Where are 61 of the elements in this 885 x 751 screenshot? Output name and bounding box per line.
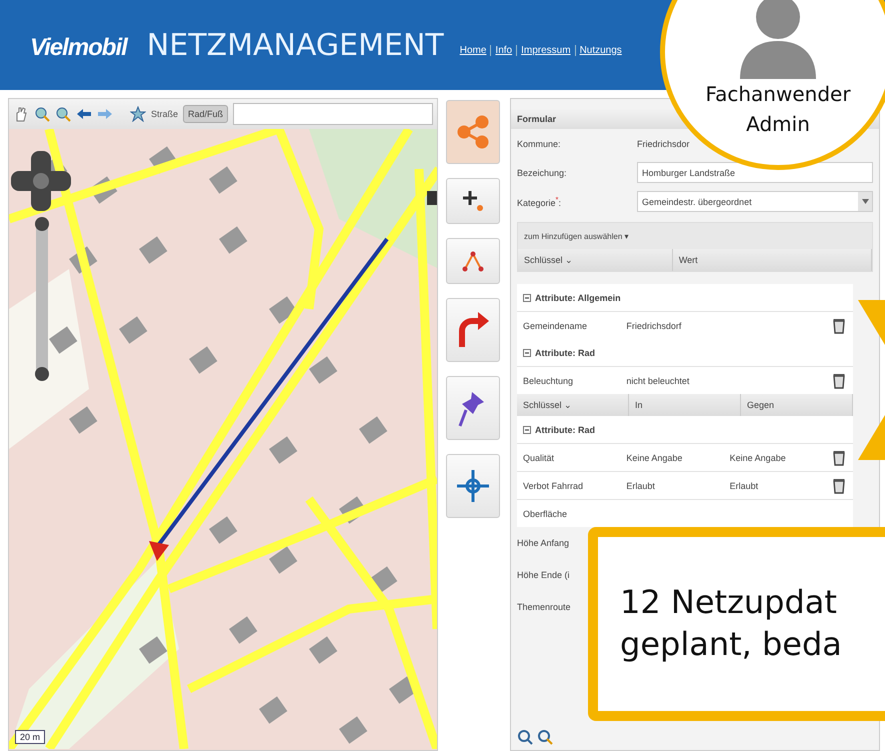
table-cell-text: Keine Angabe	[730, 452, 787, 462]
scale-bar: 20 m	[15, 730, 46, 744]
logo: Vielmobil	[30, 33, 127, 62]
trash-icon[interactable]	[833, 478, 845, 494]
star-icon[interactable]	[130, 106, 146, 122]
tool-button[interactable]	[446, 178, 500, 224]
mode-label: Straße	[151, 109, 178, 119]
mode-toggle[interactable]: Rad/Fuß	[183, 105, 228, 123]
table-cell-text: Oberfläche	[523, 508, 568, 518]
collapse-icon[interactable]	[523, 294, 531, 302]
table-cell-text: Friedrichsdorf	[626, 320, 682, 330]
column-header[interactable]: Schlüssel ⌄	[518, 249, 673, 271]
column-header[interactable]: Wert	[672, 249, 872, 271]
table-cell-text: Beleuchtung	[523, 376, 574, 386]
input-field[interactable]: Homburger Landstraße	[637, 162, 873, 183]
nodes-icon	[462, 250, 484, 272]
field-label: Themenroute	[517, 602, 571, 612]
trash-icon[interactable]	[833, 372, 845, 388]
search-icon[interactable]	[537, 729, 553, 745]
field-label: Bezeichung:	[517, 168, 568, 178]
search-field[interactable]	[233, 103, 433, 125]
nav-link[interactable]: Nutzungs	[574, 44, 622, 56]
caret-icon	[858, 192, 872, 211]
table-cell-text: Qualität	[523, 452, 556, 462]
table-cell-text: nicht beleuchtet	[626, 376, 690, 386]
section-title[interactable]: Attribute: Allgemein	[535, 292, 621, 302]
user-role-text: Fachanwender	[705, 81, 851, 108]
section-title[interactable]: Attribute: Rad	[535, 348, 595, 358]
turn-arrow-icon	[456, 311, 490, 349]
nav-link[interactable]: Impressum	[516, 44, 571, 56]
add-node-icon	[461, 189, 485, 213]
field-label: Kategorie$^{*}$:	[517, 195, 562, 208]
user-silhouette-icon	[738, 0, 818, 79]
callout-text: geplant, beda	[620, 624, 843, 665]
nav-link[interactable]: Home	[460, 44, 486, 56]
table-cell-text: Verbot Fahrrad	[523, 480, 584, 490]
table-cell-text: Erlaubt	[730, 480, 760, 490]
table-cell-text: Keine Angabe	[626, 452, 684, 462]
select-field[interactable]: Gemeindestr. übergeordnet	[637, 191, 873, 212]
share-icon	[456, 115, 490, 149]
collapse-icon[interactable]	[523, 426, 531, 434]
section-title[interactable]: Attribute: Rad	[535, 424, 595, 434]
field-label: Höhe Ende (i	[517, 570, 570, 580]
tool-button[interactable]	[446, 376, 500, 440]
zoom-in-icon[interactable]	[34, 106, 50, 122]
trash-icon[interactable]	[833, 450, 845, 466]
field-value: Friedrichsdor	[637, 138, 690, 148]
field-label: Höhe Anfang	[517, 538, 570, 548]
crosshair-icon	[456, 469, 490, 503]
add-menu[interactable]: zum Hinzufügen auswählen ▾	[518, 223, 872, 249]
app-title: NETZMANAGEMENT	[146, 28, 444, 62]
table-cell-text: Erlaubt	[626, 480, 656, 490]
callout-text: 12 Netzupdat	[620, 582, 838, 624]
nav-link[interactable]: Info	[490, 44, 512, 56]
trash-icon[interactable]	[833, 318, 845, 334]
back-arrow-icon[interactable]	[76, 106, 92, 122]
collapse-icon[interactable]	[523, 348, 531, 356]
search-icon[interactable]	[517, 729, 533, 745]
zoom-out-icon[interactable]	[55, 106, 71, 122]
field-label: Kommune:	[517, 138, 562, 148]
table-cell-text: Gemeindename	[523, 320, 588, 330]
